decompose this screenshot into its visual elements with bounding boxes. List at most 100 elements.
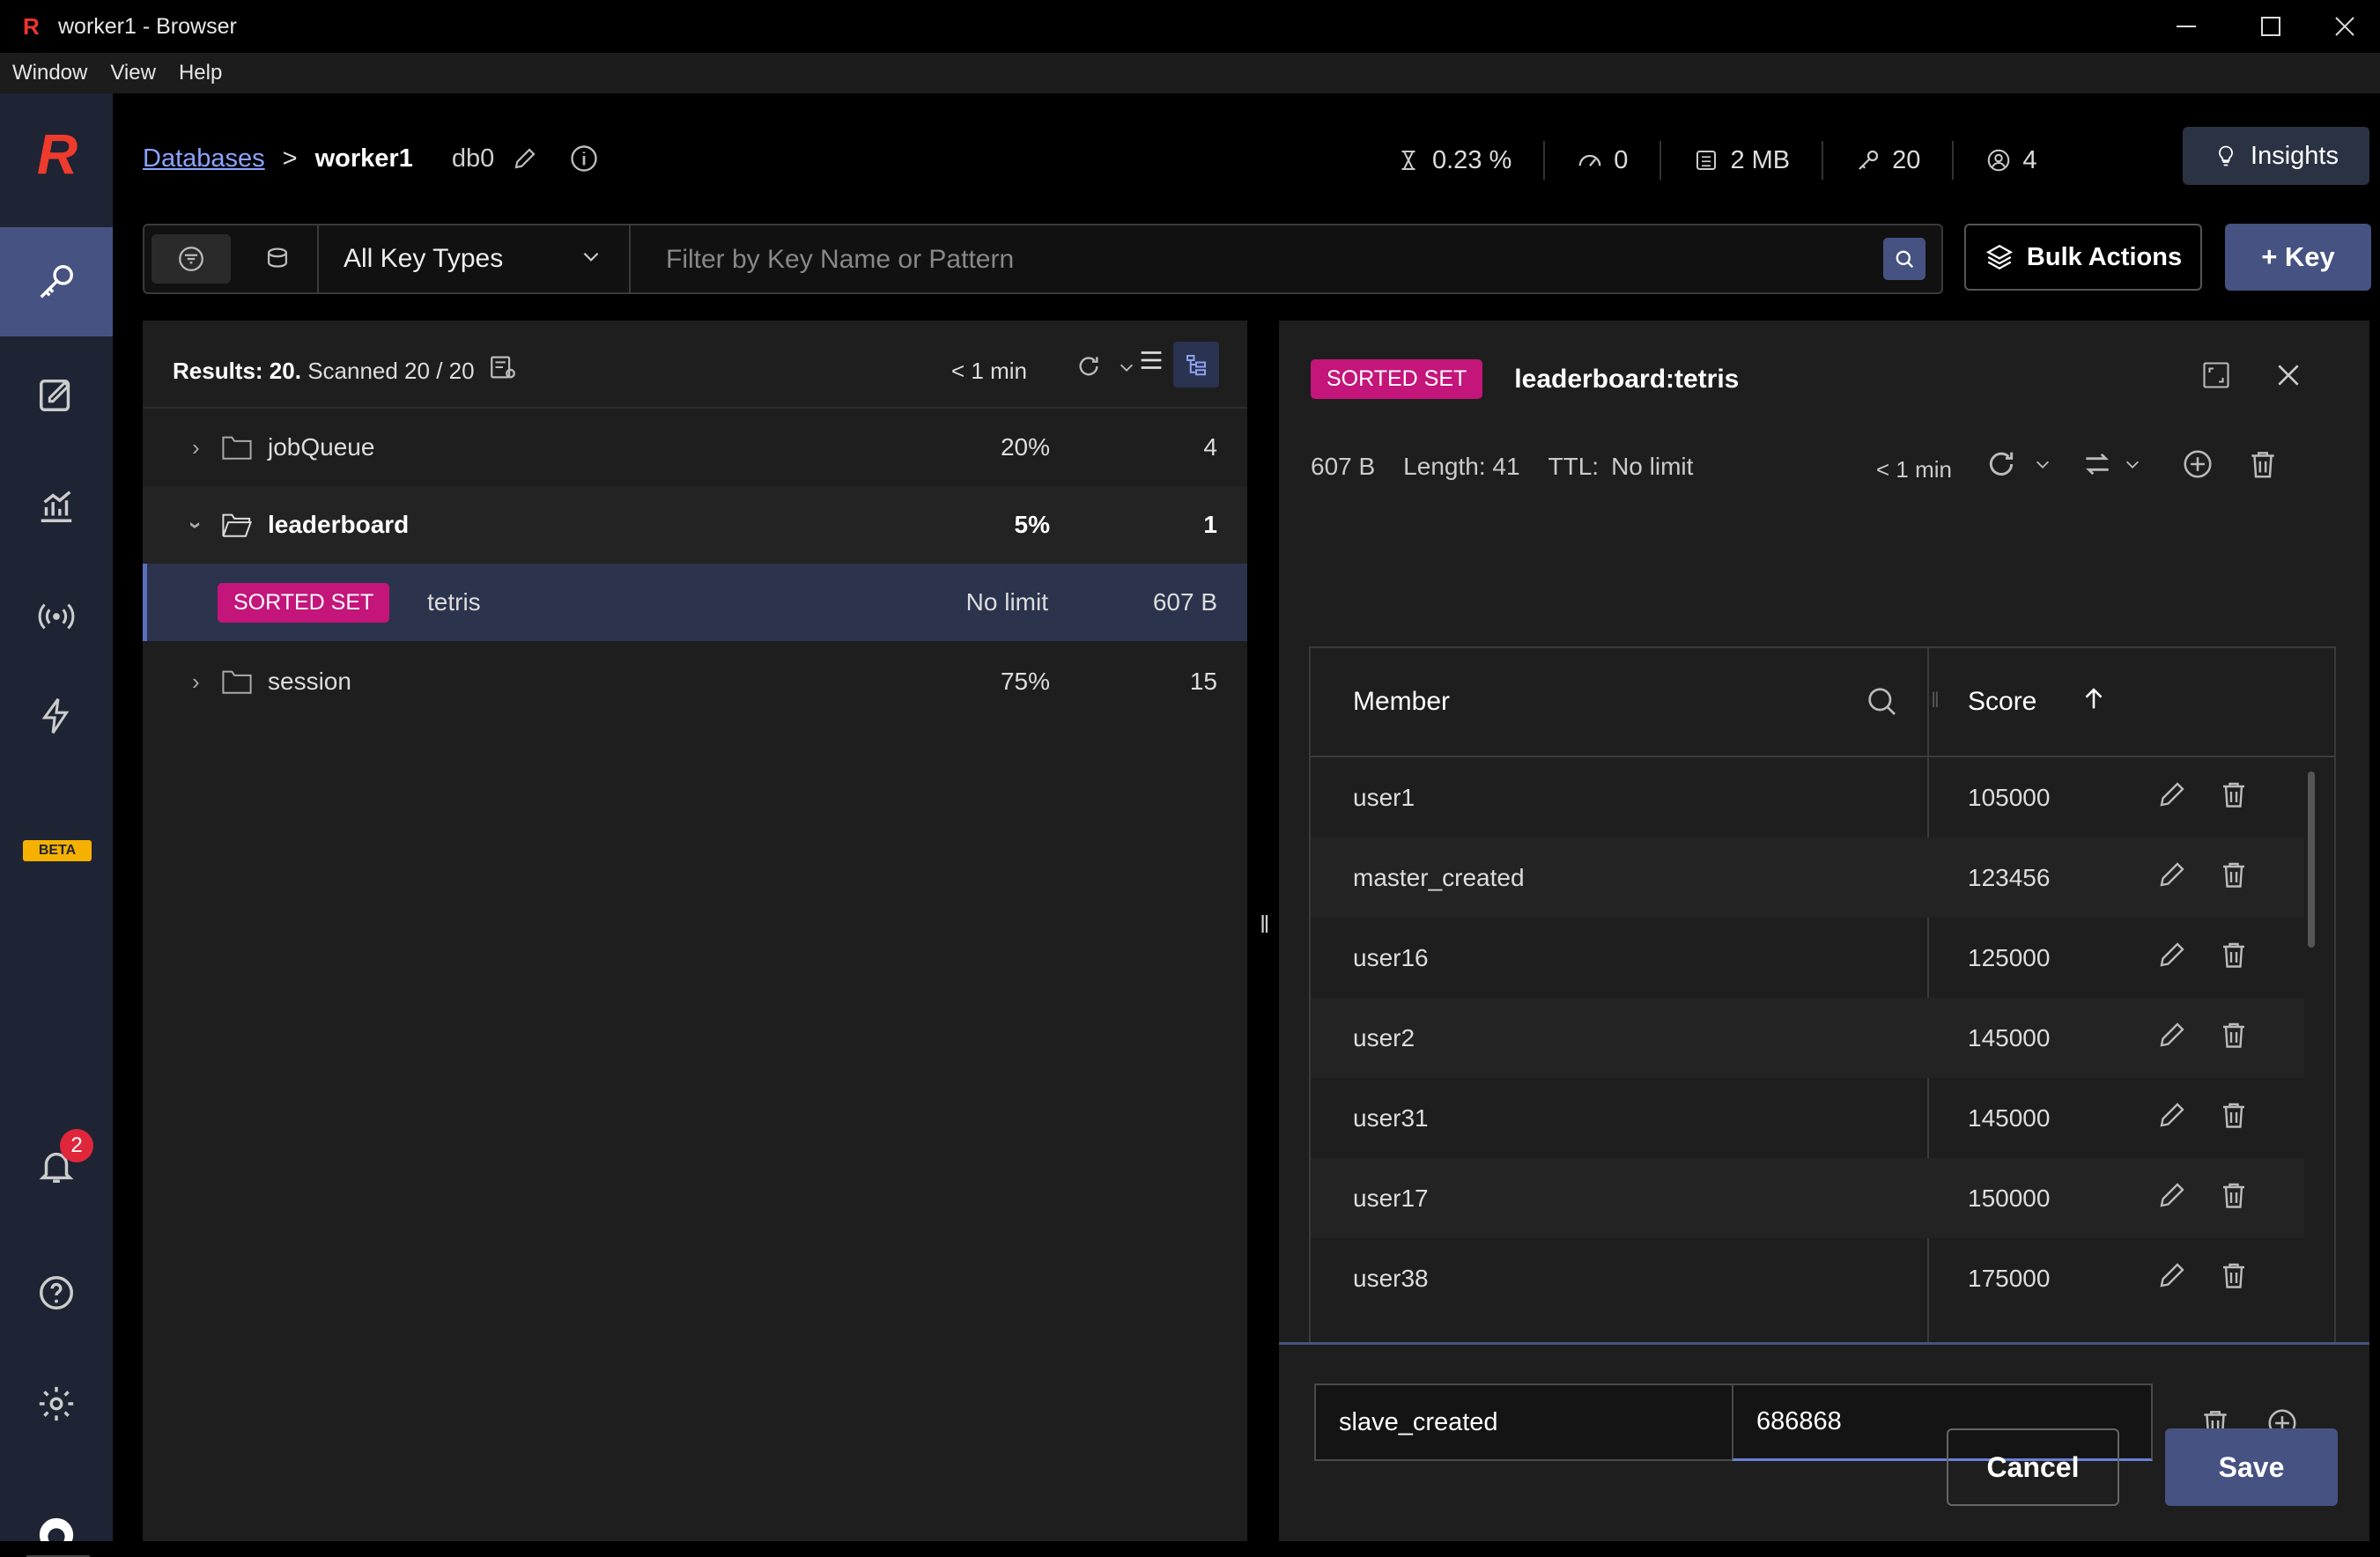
- fullscreen-button[interactable]: [2200, 359, 2232, 391]
- delete-member-button[interactable]: [2218, 778, 2250, 810]
- chevron-down-icon[interactable]: ›: [182, 521, 210, 529]
- sidebar-item-notifications[interactable]: [0, 1111, 113, 1221]
- tree-view-button[interactable]: [1173, 342, 1219, 387]
- save-button[interactable]: Save: [2165, 1428, 2338, 1506]
- insights-button[interactable]: Insights: [2183, 127, 2369, 185]
- sidebar-item-analysis[interactable]: [0, 451, 113, 560]
- main-area: Databases > worker1 db0 0.23 % 0 2 MB 20: [113, 93, 2380, 1541]
- score-value: 105000: [1968, 784, 2051, 811]
- table-row: user17 150000: [1311, 1158, 2304, 1238]
- key-name[interactable]: leaderboard:tetris: [1514, 365, 1739, 395]
- edit-score-button[interactable]: [2156, 778, 2188, 810]
- sidebar-item-pubsub[interactable]: [0, 562, 113, 671]
- ttl-label: TTL:: [1548, 453, 1600, 480]
- score-value: 175000: [1968, 1265, 2051, 1292]
- breadcrumb-databases-link[interactable]: Databases: [143, 144, 265, 173]
- panel-resize-handle[interactable]: ‖: [1260, 911, 1270, 939]
- auto-refresh-dropdown[interactable]: [1117, 358, 1136, 377]
- close-details-button[interactable]: [2274, 361, 2302, 389]
- add-member-button[interactable]: [2181, 447, 2214, 481]
- close-window-button[interactable]: [2310, 0, 2380, 53]
- stat-clients: 4: [1954, 141, 2068, 180]
- delete-member-button[interactable]: [2218, 1179, 2250, 1211]
- refresh-button[interactable]: [1075, 352, 1103, 380]
- delete-member-button[interactable]: [2218, 1099, 2250, 1131]
- scan-settings-button[interactable]: [488, 352, 518, 382]
- key-type-select[interactable]: All Key Types: [317, 225, 631, 292]
- key-toolbar: < 1 min: [1876, 444, 2280, 483]
- folder-name: session: [268, 668, 351, 695]
- db-stats: 0.23 % 0 2 MB 20 4: [1364, 141, 2069, 180]
- sidebar-item-github[interactable]: [0, 1502, 113, 1541]
- edit-score-button[interactable]: [2156, 859, 2188, 890]
- maximize-icon: [2261, 17, 2280, 36]
- edit-db-index-button[interactable]: [512, 145, 538, 172]
- database-name: worker1: [314, 144, 413, 173]
- stat-keys-value: 20: [1892, 145, 1921, 174]
- filter-bar: All Key Types: [143, 224, 1943, 294]
- key-type-badge: SORTED SET: [1311, 359, 1483, 399]
- bulk-actions-button[interactable]: Bulk Actions: [1964, 224, 2202, 291]
- db-info-button[interactable]: [568, 143, 600, 174]
- search-members-button[interactable]: [1864, 683, 1899, 719]
- search-mode-toggle[interactable]: [238, 234, 317, 284]
- pencil-icon: [2160, 1183, 2184, 1207]
- menu-window[interactable]: Window: [12, 61, 87, 85]
- sidebar-item-help[interactable]: [0, 1238, 113, 1347]
- maximize-button[interactable]: [2228, 0, 2313, 53]
- column-resize-handle[interactable]: ‖: [1931, 689, 1940, 713]
- swap-icon: [2086, 453, 2109, 475]
- list-view-button[interactable]: [1136, 345, 1166, 375]
- ttl-value[interactable]: No limit: [1611, 453, 1693, 481]
- chevron-down-icon: [1120, 364, 1134, 372]
- trash-icon: [2223, 1022, 2244, 1048]
- edit-score-button[interactable]: [2156, 1099, 2188, 1131]
- refresh-key-button[interactable]: [1984, 446, 2019, 482]
- pencil-icon: [2160, 782, 2184, 807]
- sidebar-item-browser[interactable]: [0, 227, 113, 336]
- edit-score-button[interactable]: [2156, 1259, 2188, 1291]
- member-value: master_created: [1353, 864, 1525, 891]
- folder-row-jobqueue[interactable]: › jobQueue 20% 4: [143, 409, 1247, 486]
- sidebar-item-settings[interactable]: [0, 1349, 113, 1458]
- minimize-button[interactable]: [2144, 0, 2228, 53]
- add-key-button[interactable]: + Key: [2225, 224, 2371, 291]
- filter-by-type-toggle[interactable]: [152, 234, 231, 284]
- delete-member-button[interactable]: [2218, 1259, 2250, 1291]
- new-member-input[interactable]: [1314, 1384, 1733, 1461]
- edit-score-button[interactable]: [2156, 939, 2188, 970]
- trash-icon: [2223, 942, 2244, 968]
- redis-logo-icon[interactable]: R: [30, 126, 85, 182]
- auto-refresh-dropdown[interactable]: [2033, 454, 2052, 474]
- column-score[interactable]: Score: [1968, 687, 2036, 717]
- cancel-button[interactable]: Cancel: [1947, 1428, 2119, 1506]
- format-dropdown[interactable]: [2123, 454, 2142, 474]
- delete-member-button[interactable]: [2218, 859, 2250, 890]
- delete-key-button[interactable]: [2246, 447, 2280, 481]
- delete-member-button[interactable]: [2218, 939, 2250, 970]
- edit-score-button[interactable]: [2156, 1019, 2188, 1051]
- sidebar-item-triggers[interactable]: [0, 675, 113, 784]
- user-circle-icon: [1988, 149, 2010, 172]
- table-scrollbar[interactable]: [2308, 771, 2315, 948]
- chevron-down-icon: [2125, 461, 2140, 469]
- key-filter-input[interactable]: [664, 238, 1883, 282]
- folder-row-session[interactable]: › session 75% 15: [143, 643, 1247, 720]
- member-value: user1: [1353, 784, 1415, 811]
- sidebar-item-workbench[interactable]: [0, 340, 113, 449]
- menu-view[interactable]: View: [110, 61, 156, 85]
- cpu-icon: [1401, 151, 1415, 170]
- delete-member-button[interactable]: [2218, 1019, 2250, 1051]
- chevron-right-icon[interactable]: ›: [192, 668, 200, 696]
- edit-score-button[interactable]: [2156, 1179, 2188, 1211]
- folder-row-leaderboard[interactable]: › leaderboard 5% 1: [143, 486, 1247, 564]
- menu-help[interactable]: Help: [179, 61, 222, 85]
- format-toggle-button[interactable]: [2081, 447, 2114, 481]
- key-metadata: 607 B Length: 41 TTL: No limit: [1311, 453, 1721, 481]
- chevron-right-icon[interactable]: ›: [192, 434, 200, 461]
- sort-ascending-icon[interactable]: [2079, 683, 2109, 713]
- pencil-icon: [2160, 942, 2184, 967]
- key-row-tetris[interactable]: SORTED SET tetris No limit 607 B: [143, 564, 1247, 641]
- search-submit-button[interactable]: [1883, 238, 1925, 280]
- stat-memory-value: 2 MB: [1730, 145, 1791, 174]
